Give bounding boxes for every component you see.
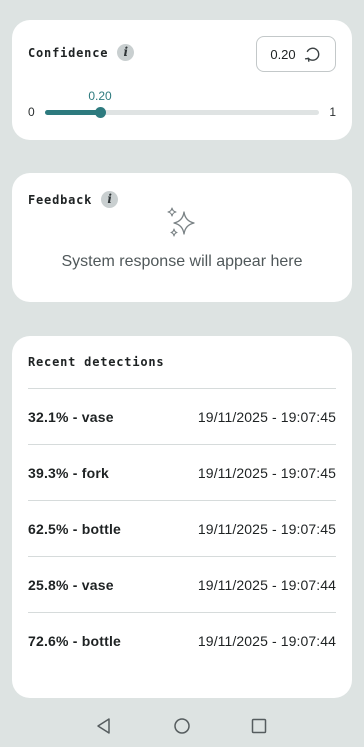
detection-time: 19/11/2025 - 19:07:45 — [197, 464, 336, 481]
detection-label: 62.5% - bottle — [28, 520, 122, 537]
recents-square-icon[interactable] — [250, 717, 268, 735]
detections-list: 32.1% - vase 19/11/2025 - 19:07:45 39.3%… — [28, 388, 336, 668]
list-item[interactable]: 62.5% - bottle 19/11/2025 - 19:07:45 — [28, 500, 336, 556]
feedback-title: Feedback — [28, 192, 93, 207]
list-item[interactable]: 72.6% - bottle 19/11/2025 - 19:07:44 — [28, 612, 336, 668]
list-item[interactable]: 25.8% - vase 19/11/2025 - 19:07:44 — [28, 556, 336, 612]
home-circle-icon[interactable] — [173, 717, 191, 735]
reset-icon[interactable] — [304, 45, 322, 63]
sparkle-icon — [166, 207, 198, 243]
confidence-card: Confidence i 0.20 0 0.20 1 — [12, 20, 352, 140]
confidence-header: Confidence i — [28, 44, 135, 61]
list-item[interactable]: 32.1% - vase 19/11/2025 - 19:07:45 — [28, 388, 336, 444]
confidence-value-field[interactable]: 0.20 — [256, 36, 336, 72]
feedback-info-icon[interactable]: i — [101, 191, 119, 208]
detection-time: 19/11/2025 - 19:07:45 — [197, 408, 336, 425]
slider-thumb[interactable] — [94, 107, 106, 118]
recent-detections-card: Recent detections 32.1% - vase 19/11/202… — [12, 336, 352, 698]
recent-detections-title: Recent detections — [28, 355, 165, 369]
slider-min-label: 0 — [28, 105, 35, 119]
slider-value-label: 0.20 — [88, 89, 112, 103]
back-triangle-icon[interactable] — [95, 717, 113, 735]
list-item[interactable]: 39.3% - fork 19/11/2025 - 19:07:45 — [28, 444, 336, 500]
confidence-info-icon[interactable]: i — [117, 44, 135, 61]
detection-time: 19/11/2025 - 19:07:44 — [197, 632, 336, 649]
feedback-placeholder: System response will appear here — [61, 253, 303, 270]
feedback-header: Feedback i — [28, 191, 119, 208]
detection-label: 25.8% - vase — [28, 576, 114, 593]
confidence-title: Confidence — [28, 45, 109, 60]
slider-fill — [45, 110, 100, 115]
confidence-value-text: 0.20 — [270, 46, 296, 62]
detection-label: 72.6% - bottle — [28, 632, 122, 649]
slider-max-label: 1 — [329, 105, 336, 119]
system-nav-bar — [0, 705, 364, 747]
detection-time: 19/11/2025 - 19:07:45 — [197, 520, 336, 537]
detection-label: 39.3% - fork — [28, 464, 109, 481]
detection-time: 19/11/2025 - 19:07:44 — [197, 576, 336, 593]
confidence-slider[interactable]: 0.20 — [45, 89, 319, 118]
feedback-card: Feedback i System response will appear h… — [12, 173, 352, 302]
detection-label: 32.1% - vase — [28, 408, 114, 425]
